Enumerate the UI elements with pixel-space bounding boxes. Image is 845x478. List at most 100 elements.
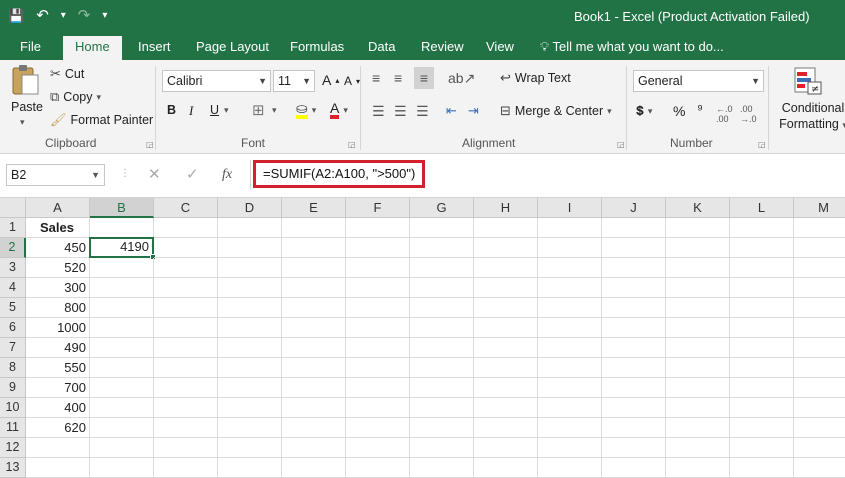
cell-f10[interactable] [346,398,410,418]
cell-d11[interactable] [218,418,282,438]
cell-e12[interactable] [282,438,346,458]
font-color-button[interactable]: A ▾ [330,101,348,119]
decrease-indent-icon[interactable]: ⇤ [446,103,457,119]
cell-e13[interactable] [282,458,346,478]
cell-a13[interactable] [26,458,90,478]
cell-a3[interactable]: 520 [26,258,90,278]
cell-i1[interactable] [538,218,602,238]
accounting-format-icon[interactable]: 💲︎ ▾ [636,103,652,119]
select-all-corner[interactable] [0,198,26,218]
cell-d4[interactable] [218,278,282,298]
tab-file[interactable]: File [20,34,41,60]
column-header-g[interactable]: G [410,198,474,218]
cell-m1[interactable] [794,218,845,238]
tab-data[interactable]: Data [368,34,395,60]
cell-k5[interactable] [666,298,730,318]
cell-k7[interactable] [666,338,730,358]
align-top-icon[interactable]: ≡ [372,70,380,86]
cell-e9[interactable] [282,378,346,398]
cell-a12[interactable] [26,438,90,458]
cell-h6[interactable] [474,318,538,338]
align-right-icon[interactable]: ☰ [416,103,429,120]
cell-i12[interactable] [538,438,602,458]
customize-qat-icon[interactable]: ▾ [102,6,107,26]
cell-l2[interactable] [730,238,794,258]
cell-b10[interactable] [90,398,154,418]
cell-e4[interactable] [282,278,346,298]
borders-dropdown-icon[interactable]: ▾ [272,105,277,116]
paste-button[interactable]: Paste [11,100,43,114]
row-header-9[interactable]: 9 [0,378,26,398]
cell-c3[interactable] [154,258,218,278]
cell-f7[interactable] [346,338,410,358]
cell-k13[interactable] [666,458,730,478]
cell-c2[interactable] [154,238,218,258]
cell-f3[interactable] [346,258,410,278]
clipboard-launcher-icon[interactable]: ◲ [146,140,154,149]
cell-k11[interactable] [666,418,730,438]
cell-k9[interactable] [666,378,730,398]
conditional-formatting-icon[interactable]: ≠ [793,66,823,96]
cell-d5[interactable] [218,298,282,318]
tab-page-layout[interactable]: Page Layout [196,34,269,60]
column-header-c[interactable]: C [154,198,218,218]
cell-c11[interactable] [154,418,218,438]
cell-h1[interactable] [474,218,538,238]
cell-b5[interactable] [90,298,154,318]
cell-a6[interactable]: 1000 [26,318,90,338]
cell-m2[interactable] [794,238,845,258]
cell-c13[interactable] [154,458,218,478]
cell-m7[interactable] [794,338,845,358]
cell-d6[interactable] [218,318,282,338]
font-launcher-icon[interactable]: ◲ [348,140,356,149]
cell-c5[interactable] [154,298,218,318]
decrease-font-size-icon[interactable]: A ▾ [344,74,360,88]
cell-k2[interactable] [666,238,730,258]
cell-i10[interactable] [538,398,602,418]
cell-d13[interactable] [218,458,282,478]
cell-j12[interactable] [602,438,666,458]
font-name-select[interactable]: Calibri ▼ [162,70,271,92]
cell-f4[interactable] [346,278,410,298]
cell-k4[interactable] [666,278,730,298]
cell-f8[interactable] [346,358,410,378]
cell-g8[interactable] [410,358,474,378]
cell-l12[interactable] [730,438,794,458]
cell-e5[interactable] [282,298,346,318]
cell-k1[interactable] [666,218,730,238]
cell-l5[interactable] [730,298,794,318]
column-header-k[interactable]: K [666,198,730,218]
cell-l1[interactable] [730,218,794,238]
cell-f9[interactable] [346,378,410,398]
cell-l11[interactable] [730,418,794,438]
underline-dropdown-icon[interactable]: ▾ [224,105,229,116]
cell-a2[interactable]: 450 [26,238,90,258]
cell-c4[interactable] [154,278,218,298]
cell-g12[interactable] [410,438,474,458]
cell-m12[interactable] [794,438,845,458]
number-launcher-icon[interactable]: ◲ [758,140,766,149]
fill-color-button[interactable]: ⛀ ▾ [296,101,316,119]
cell-k3[interactable] [666,258,730,278]
cell-m4[interactable] [794,278,845,298]
cut-button[interactable]: ✂ Cut [50,66,84,82]
row-header-2[interactable]: 2 [0,238,26,258]
cell-h3[interactable] [474,258,538,278]
cell-l13[interactable] [730,458,794,478]
cell-e6[interactable] [282,318,346,338]
tell-me-box[interactable]: 💡︎ Tell me what you want to do... [540,34,724,60]
cell-i7[interactable] [538,338,602,358]
cell-k12[interactable] [666,438,730,458]
column-header-a[interactable]: A [26,198,90,218]
cell-i3[interactable] [538,258,602,278]
cell-g6[interactable] [410,318,474,338]
cell-f12[interactable] [346,438,410,458]
cell-h5[interactable] [474,298,538,318]
row-header-10[interactable]: 10 [0,398,26,418]
cell-g10[interactable] [410,398,474,418]
increase-font-size-icon[interactable]: A ▴ [322,72,339,88]
cell-g2[interactable] [410,238,474,258]
cell-c7[interactable] [154,338,218,358]
cell-h9[interactable] [474,378,538,398]
cell-m6[interactable] [794,318,845,338]
